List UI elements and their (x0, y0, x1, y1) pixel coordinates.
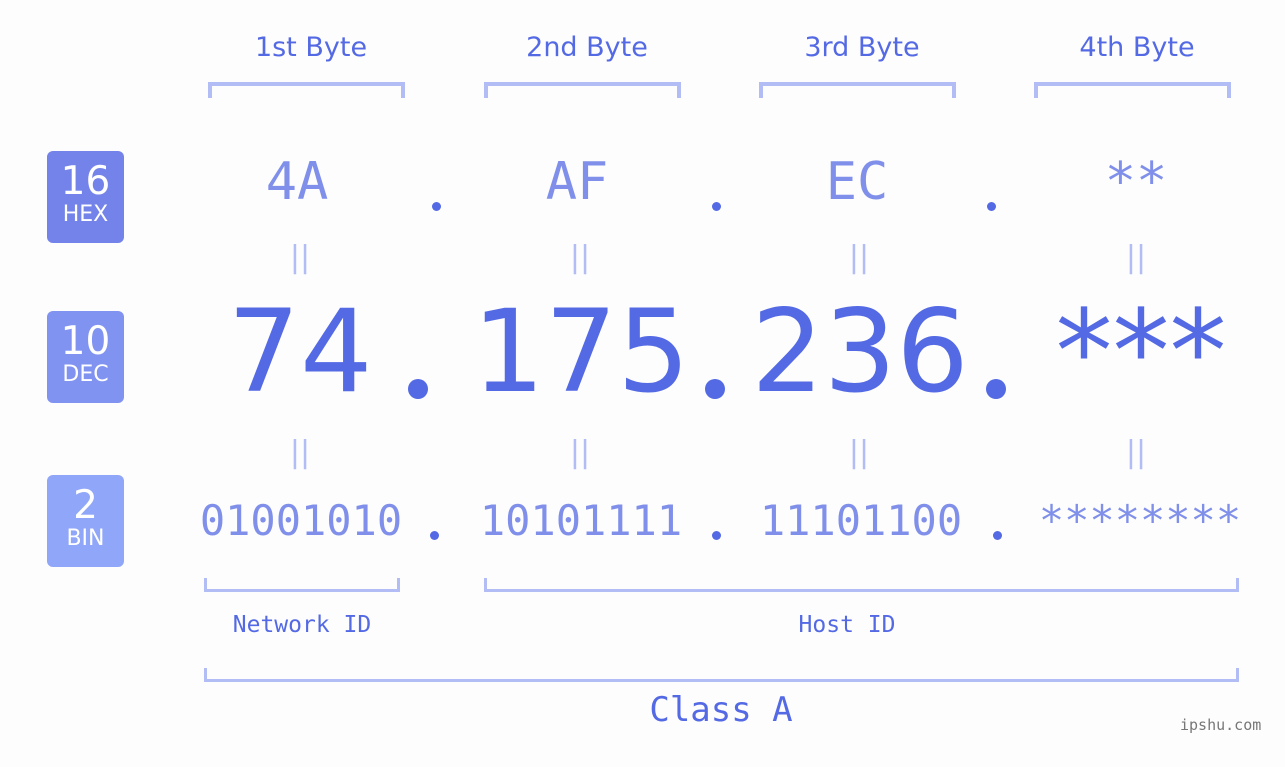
bin-octet-1: 01001010 (199, 496, 403, 545)
class-label: Class A (649, 690, 793, 730)
dec-octet-2: 175 (472, 285, 690, 418)
byte-label-1: 1st Byte (254, 32, 368, 63)
equals-icon: || (569, 240, 591, 275)
equals-icon: || (1125, 240, 1147, 275)
hex-badge: 16 HEX (47, 151, 124, 243)
byte-bracket-2 (484, 82, 681, 98)
dec-badge-base: 10 (60, 319, 111, 364)
byte-bracket-4 (1034, 82, 1231, 98)
dec-separator-dot (986, 379, 1006, 399)
byte-label-4: 4th Byte (1079, 32, 1195, 63)
hex-badge-base: 16 (60, 159, 111, 204)
hex-badge-label: HEX (62, 202, 109, 227)
dec-octet-1: 74 (227, 285, 373, 418)
hex-octet-4: ** (1104, 152, 1168, 212)
equals-icon: || (569, 435, 591, 470)
byte-bracket-1 (208, 82, 405, 98)
hex-octet-3: EC (825, 152, 889, 212)
host-id-label: Host ID (798, 612, 896, 638)
dec-separator-dot (408, 379, 428, 399)
dec-octet-4: *** (1055, 285, 1227, 418)
equals-icon: || (289, 435, 311, 470)
dec-octet-3: 236 (751, 285, 969, 418)
bin-badge-label: BIN (66, 526, 105, 551)
network-id-bracket (204, 578, 400, 592)
byte-bracket-3 (759, 82, 956, 98)
hex-octet-1: 4A (265, 152, 329, 212)
bin-octet-3: 11101100 (759, 496, 963, 545)
hex-octet-2: AF (545, 152, 609, 212)
bin-separator-dot (712, 531, 721, 540)
byte-label-2: 2nd Byte (526, 32, 648, 63)
bin-octet-4: ******** (1038, 496, 1242, 545)
byte-label-3: 3rd Byte (804, 32, 920, 63)
bin-badge-base: 2 (73, 483, 98, 528)
hex-separator-dot (712, 202, 721, 211)
equals-icon: || (289, 240, 311, 275)
dec-separator-dot (705, 379, 725, 399)
dec-badge-label: DEC (62, 362, 109, 387)
class-bracket (204, 668, 1239, 682)
bin-separator-dot (430, 531, 439, 540)
equals-icon: || (1125, 435, 1147, 470)
network-id-label: Network ID (232, 612, 372, 638)
equals-icon: || (848, 435, 870, 470)
bin-octet-2: 10101111 (479, 496, 683, 545)
bin-badge: 2 BIN (47, 475, 124, 567)
watermark: ipshu.com (1180, 716, 1262, 734)
host-id-bracket (484, 578, 1239, 592)
hex-separator-dot (987, 202, 996, 211)
bin-separator-dot (993, 531, 1002, 540)
dec-badge: 10 DEC (47, 311, 124, 403)
equals-icon: || (848, 240, 870, 275)
hex-separator-dot (432, 202, 441, 211)
